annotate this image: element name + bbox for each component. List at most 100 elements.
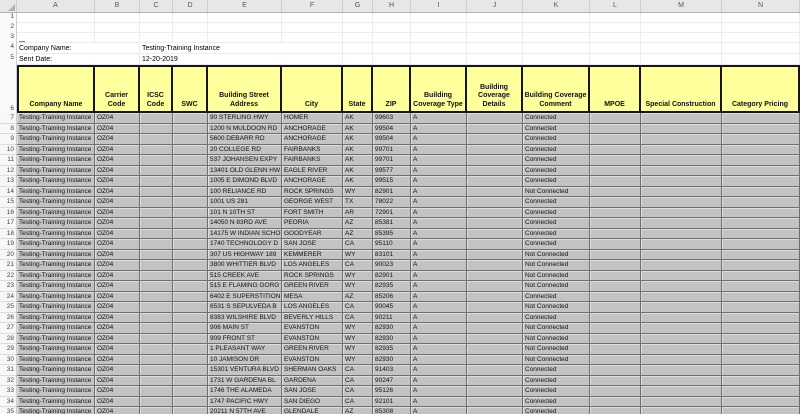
cell-L28[interactable] [590,334,641,345]
cell-L25[interactable] [590,302,641,313]
cell-H17[interactable]: 85381 [373,218,411,229]
row-header-2[interactable]: 2 [0,23,17,33]
cell-K19[interactable]: Connected [523,239,590,250]
cell-I22[interactable]: A [411,271,467,282]
cell-E30[interactable]: 10 JAMISON DR [208,355,282,366]
cell-E15[interactable]: 1001 US 281 [208,197,282,208]
cell-F7[interactable]: HOMER [282,113,343,124]
cell-G19[interactable]: CA [343,239,373,250]
header-building-coverage-comment[interactable]: Building Coverage Comment [523,65,590,113]
cell-M10[interactable] [641,145,722,156]
cell-M20[interactable] [641,250,722,261]
cell-M13[interactable] [641,176,722,187]
cell-F3[interactable] [282,33,343,43]
header-company-name[interactable]: Company Name [17,65,95,113]
cell-H12[interactable]: 99577 [373,166,411,177]
row-header-8[interactable]: 8 [0,124,17,135]
cell-L27[interactable] [590,323,641,334]
cell-M2[interactable] [641,23,722,33]
cell-C4[interactable]: Testing-Training Instance [140,43,343,54]
cell-I9[interactable]: A [411,134,467,145]
cell-M31[interactable] [641,365,722,376]
column-header-H[interactable]: H [373,0,411,12]
cell-K13[interactable]: Connected [523,176,590,187]
cell-G7[interactable]: AK [343,113,373,124]
cell-M35[interactable] [641,407,722,414]
cell-I8[interactable]: A [411,124,467,135]
cell-K22[interactable]: Not Connected [523,271,590,282]
cell-E20[interactable]: 307 US HIGHWAY 189 [208,250,282,261]
cell-A3[interactable] [17,33,95,43]
cell-J9[interactable] [467,134,523,145]
cell-I2[interactable] [411,23,467,33]
cell-M23[interactable] [641,281,722,292]
cell-I32[interactable]: A [411,376,467,387]
cell-K25[interactable]: Not Connected [523,302,590,313]
cell-L21[interactable] [590,260,641,271]
row-header-33[interactable]: 33 [0,386,17,397]
row-header-14[interactable]: 14 [0,187,17,198]
cell-A9[interactable]: Testing-Training Instance [17,134,95,145]
cell-D26[interactable] [173,313,208,324]
cell-D3[interactable] [173,33,208,43]
cell-D33[interactable] [173,386,208,397]
cell-G3[interactable] [343,33,373,43]
cell-N27[interactable] [722,323,800,334]
cell-G8[interactable]: AK [343,124,373,135]
cell-I28[interactable]: A [411,334,467,345]
cell-M21[interactable] [641,260,722,271]
cell-L33[interactable] [590,386,641,397]
cell-K16[interactable]: Connected [523,208,590,219]
cell-F24[interactable]: MESA [282,292,343,303]
cell-L26[interactable] [590,313,641,324]
row-header-32[interactable]: 32 [0,376,17,387]
cell-A24[interactable]: Testing-Training Instance [17,292,95,303]
cell-M1[interactable] [641,13,722,23]
cell-H26[interactable]: 90211 [373,313,411,324]
cell-A8[interactable]: Testing-Training Instance [17,124,95,135]
cell-C15[interactable] [140,197,173,208]
cell-D7[interactable] [173,113,208,124]
cell-K30[interactable]: Not Connected [523,355,590,366]
cell-L11[interactable] [590,155,641,166]
cell-J13[interactable] [467,176,523,187]
cell-J24[interactable] [467,292,523,303]
cell-F12[interactable]: EAGLE RIVER [282,166,343,177]
cell-J1[interactable] [467,13,523,23]
cell-N23[interactable] [722,281,800,292]
cell-H35[interactable]: 85308 [373,407,411,414]
cell-I33[interactable]: A [411,386,467,397]
cell-J27[interactable] [467,323,523,334]
cell-F25[interactable]: LOS ANGELES [282,302,343,313]
cell-A12[interactable]: Testing-Training Instance [17,166,95,177]
cell-E19[interactable]: 1740 TECHNOLOGY D [208,239,282,250]
cell-B17[interactable]: OZ04 [95,218,140,229]
column-header-I[interactable]: I [411,0,467,12]
column-header-L[interactable]: L [590,0,641,12]
cell-M30[interactable] [641,355,722,366]
cell-M3[interactable] [641,33,722,43]
cell-E18[interactable]: 14175 W INDIAN SCHO [208,229,282,240]
cell-A1[interactable] [17,13,95,23]
cell-I7[interactable]: A [411,113,467,124]
cell-K31[interactable]: Connected [523,365,590,376]
cell-D15[interactable] [173,197,208,208]
cell-H15[interactable]: 78022 [373,197,411,208]
row-header-11[interactable]: 11 [0,155,17,166]
cell-N24[interactable] [722,292,800,303]
cell-E3[interactable] [208,33,282,43]
cell-E22[interactable]: 515 CREEK AVE [208,271,282,282]
cell-F20[interactable]: KEMMERER [282,250,343,261]
cell-J28[interactable] [467,334,523,345]
cell-C35[interactable] [140,407,173,414]
cell-N5[interactable] [722,54,800,65]
cell-G20[interactable]: WY [343,250,373,261]
cell-J15[interactable] [467,197,523,208]
cell-G9[interactable]: AK [343,134,373,145]
row-header-15[interactable]: 15 [0,197,17,208]
row-header-29[interactable]: 29 [0,344,17,355]
cell-I34[interactable]: A [411,397,467,408]
cell-N20[interactable] [722,250,800,261]
cell-A30[interactable]: Testing-Training Instance [17,355,95,366]
cell-I21[interactable]: A [411,260,467,271]
